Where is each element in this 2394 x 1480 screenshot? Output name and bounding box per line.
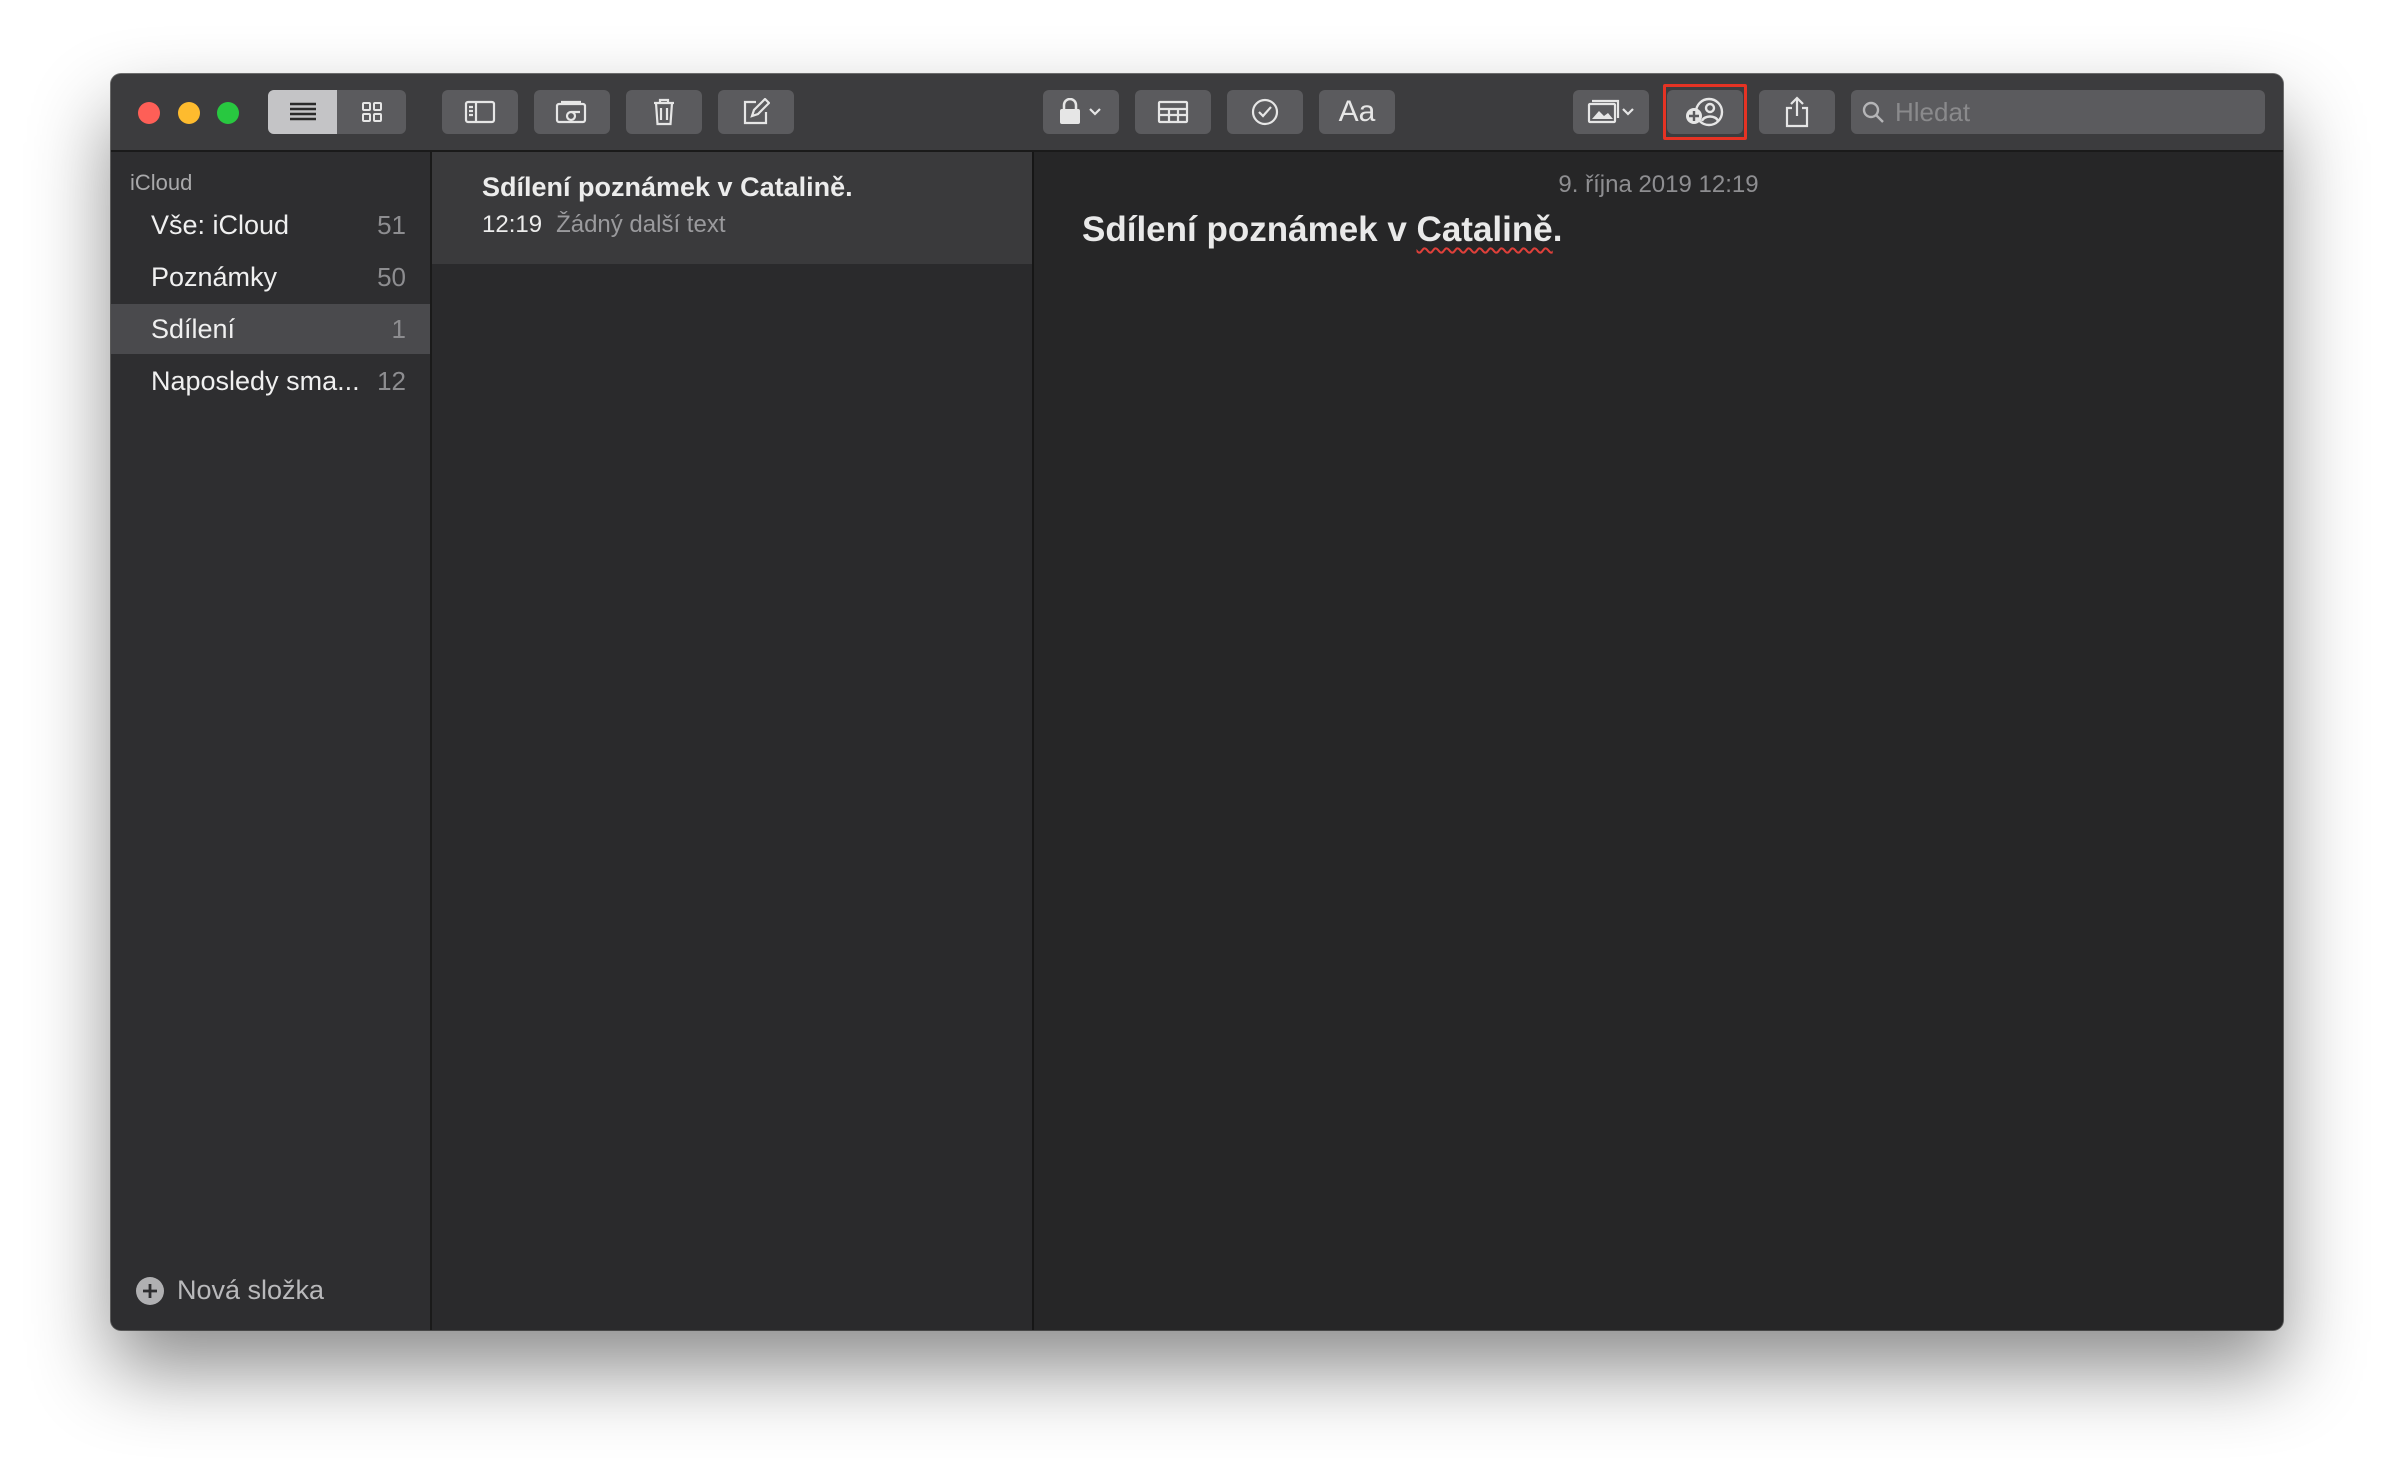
sidebar-toggle-icon bbox=[464, 100, 496, 124]
compose-icon bbox=[743, 98, 770, 125]
new-folder-button[interactable]: Nová složka bbox=[135, 1275, 324, 1306]
sidebar-item-shared[interactable]: Sdílení 1 bbox=[111, 304, 430, 354]
note-item-preview: Žádný další text bbox=[556, 211, 726, 238]
sidebar-item-count: 1 bbox=[391, 313, 406, 344]
sidebar-item-label: Naposledy sma... bbox=[151, 365, 360, 396]
lock-note-button[interactable] bbox=[1043, 90, 1119, 134]
sidebar-item-count: 12 bbox=[377, 365, 406, 396]
view-mode-segmented-control bbox=[268, 90, 406, 134]
trash-icon bbox=[654, 98, 674, 126]
sidebar-item-label: Vše: iCloud bbox=[151, 209, 290, 240]
checklist-icon bbox=[1251, 98, 1279, 126]
toolbar: Aa bbox=[111, 74, 2283, 152]
sidebar-item-all-icloud[interactable]: Vše: iCloud 51 bbox=[111, 200, 430, 250]
sidebar-item-count: 50 bbox=[377, 261, 406, 292]
maximize-window-button[interactable] bbox=[217, 102, 239, 124]
note-item-time: 12:19 bbox=[482, 211, 543, 238]
share-button[interactable] bbox=[1759, 90, 1835, 134]
note-title-misspelled-word: Catalině bbox=[1416, 210, 1553, 249]
note-title-part: . bbox=[1552, 210, 1563, 249]
gallery-view-icon bbox=[361, 102, 382, 122]
note-editor[interactable]: 9. října 2019 12:19 Sdílení poznámek v C… bbox=[1034, 152, 2283, 1330]
attachments-button[interactable] bbox=[534, 90, 610, 134]
format-button[interactable]: Aa bbox=[1319, 90, 1395, 134]
sidebar-toggle-button[interactable] bbox=[442, 90, 518, 134]
add-people-button[interactable] bbox=[1667, 90, 1743, 134]
sidebar-section-icloud: iCloud bbox=[130, 170, 193, 195]
notes-list: Sdílení poznámek v Catalině. 12:19 Žádný … bbox=[432, 152, 1034, 1330]
note-title-part: Sdílení poznámek v bbox=[1082, 210, 1417, 249]
format-label: Aa bbox=[1338, 95, 1376, 128]
sidebar-item-notes[interactable]: Poznámky 50 bbox=[111, 252, 430, 302]
search-input[interactable] bbox=[1893, 95, 2237, 129]
attachments-icon bbox=[555, 100, 587, 124]
note-item-title: Sdílení poznámek v Catalině. bbox=[482, 172, 853, 202]
gallery-view-button[interactable] bbox=[337, 90, 406, 134]
notes-window: Aa Hledat iCloud Vše: iCloud 51 Poznámky… bbox=[111, 74, 2283, 1330]
close-window-button[interactable] bbox=[138, 102, 160, 124]
checklist-button[interactable] bbox=[1227, 90, 1303, 134]
media-button[interactable] bbox=[1573, 90, 1649, 134]
list-item[interactable]: Sdílení poznámek v Catalině. 12:19 Žádný … bbox=[432, 152, 1032, 264]
delete-button[interactable] bbox=[626, 90, 702, 134]
search-icon bbox=[1862, 101, 1884, 123]
table-button[interactable] bbox=[1135, 90, 1211, 134]
note-date: 9. října 2019 12:19 bbox=[1558, 171, 1759, 198]
lock-icon bbox=[1060, 98, 1101, 124]
list-view-icon bbox=[289, 102, 316, 121]
add-people-icon bbox=[1686, 97, 1724, 127]
list-view-button[interactable] bbox=[268, 90, 337, 134]
media-icon bbox=[1587, 99, 1634, 124]
sidebar-item-label: Sdílení bbox=[151, 313, 236, 344]
share-icon bbox=[1785, 96, 1809, 128]
sidebar-item-label: Poznámky bbox=[151, 261, 278, 292]
sidebar-item-recently-deleted[interactable]: Naposledy sma... 12 bbox=[111, 356, 430, 406]
minimize-window-button[interactable] bbox=[178, 102, 200, 124]
compose-button[interactable] bbox=[718, 90, 794, 134]
sidebar-item-count: 51 bbox=[377, 209, 406, 240]
new-folder-label: Nová složka bbox=[177, 1275, 325, 1305]
search-field[interactable] bbox=[1851, 90, 2265, 134]
plus-circle-icon bbox=[136, 1276, 164, 1305]
table-icon bbox=[1157, 100, 1189, 124]
note-title[interactable]: Sdílení poznámek v Catalině. bbox=[1082, 210, 1562, 250]
folders-sidebar: iCloud Vše: iCloud 51 Poznámky 50 Sdílen… bbox=[111, 152, 432, 1330]
